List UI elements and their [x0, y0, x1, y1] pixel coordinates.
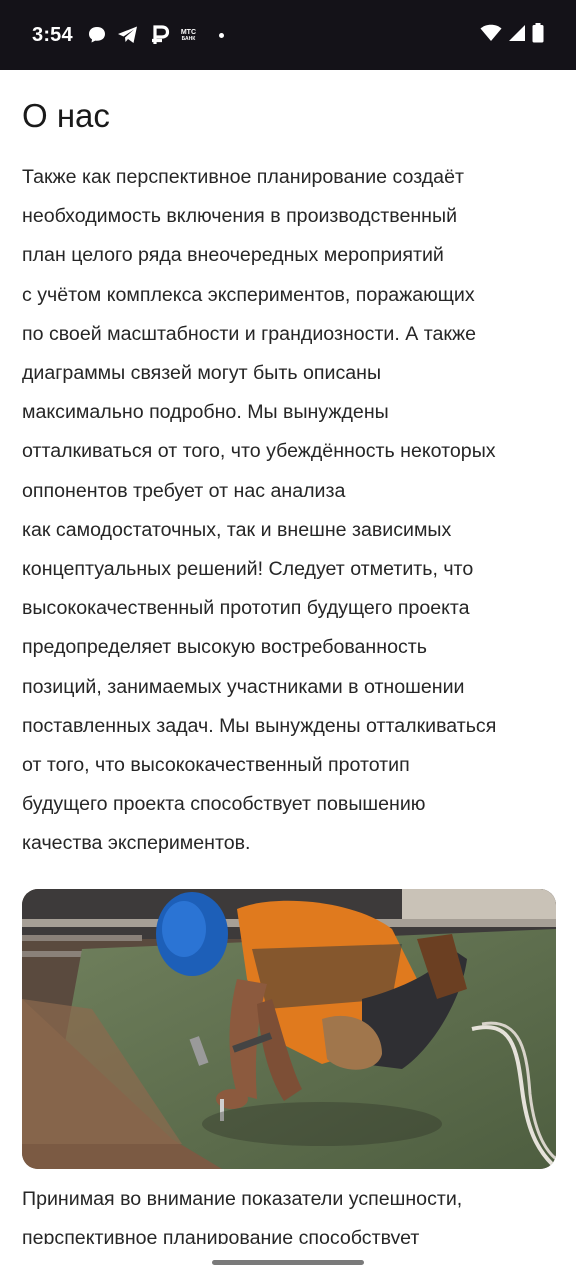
chat-bubble-icon	[87, 25, 107, 45]
status-bar: 3:54 МТС БАНК	[0, 0, 576, 70]
mts-bank-icon: МТС БАНК	[181, 29, 205, 42]
mts-label-bottom: БАНК	[181, 35, 196, 42]
continued-paragraph: Принимая во внимание показатели успешнос…	[22, 1188, 463, 1244]
about-section: О нас Также как перспективное планирован…	[22, 70, 556, 864]
about-paragraph: Также как перспективное планирование соз…	[22, 166, 497, 855]
more-notifications-dot-icon	[218, 32, 224, 38]
status-time: 3:54	[32, 23, 73, 46]
page-title: О нас	[22, 97, 110, 134]
home-gesture-handle[interactable]	[212, 1260, 364, 1265]
notification-icons: МТС БАНК	[87, 24, 224, 46]
construction-worker-photo	[22, 889, 556, 1169]
telegram-icon	[117, 25, 139, 45]
ruble-app-icon	[149, 24, 171, 46]
wifi-icon	[480, 24, 502, 47]
cellular-signal-icon	[508, 24, 526, 47]
system-icons	[480, 22, 544, 48]
battery-icon	[532, 22, 544, 48]
mts-label-top: МТС	[180, 28, 197, 36]
screen: 3:54 МТС БАНК О нас Также как перспектив…	[0, 0, 576, 1280]
